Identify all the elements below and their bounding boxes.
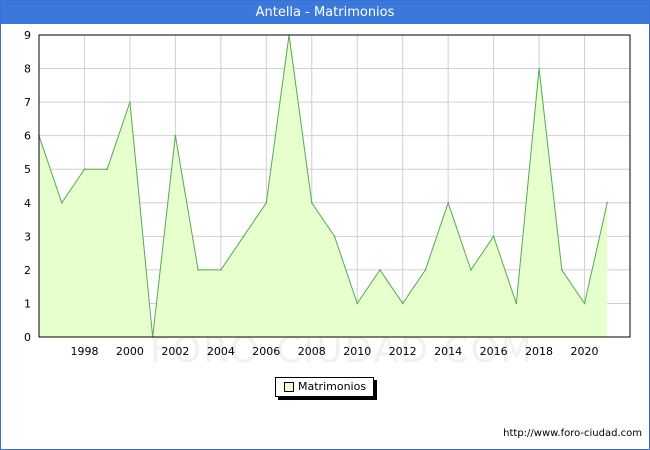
x-tick-label: 2000: [116, 345, 144, 358]
x-tick-label: 2020: [571, 345, 599, 358]
x-tick-label: 2004: [207, 345, 235, 358]
data-point: [242, 235, 245, 238]
data-point: [197, 269, 199, 271]
data-point: [379, 269, 381, 271]
y-tick-label: 2: [24, 264, 31, 277]
x-tick-label: 1998: [70, 345, 98, 358]
x-tick-label: 2016: [480, 345, 508, 358]
y-tick-label: 4: [24, 197, 31, 210]
data-point: [561, 269, 563, 271]
data-point: [265, 201, 268, 204]
legend: Matrimonios: [275, 377, 374, 397]
x-tick-label: 2008: [298, 345, 326, 358]
x-tick-label: 2014: [434, 345, 462, 358]
data-point: [492, 235, 495, 238]
x-tick-label: 2002: [161, 345, 189, 358]
y-axis-ticks: 0 1 2 3 4 5 6 7 8 9: [24, 29, 31, 344]
source-url: http://www.foro-ciudad.com: [503, 428, 642, 439]
y-tick-label: 0: [24, 331, 31, 344]
x-tick-label: 2010: [343, 345, 371, 358]
data-point: [333, 235, 336, 238]
data-point: [174, 134, 177, 137]
y-tick-label: 9: [24, 29, 31, 42]
x-tick-label: 2012: [389, 345, 417, 358]
data-point: [106, 168, 108, 171]
x-tick-label: 2006: [252, 345, 280, 358]
y-tick-label: 6: [24, 130, 31, 143]
data-point: [83, 168, 86, 171]
y-tick-label: 5: [24, 163, 31, 176]
data-point: [424, 269, 427, 271]
data-point: [401, 302, 404, 305]
data-point: [129, 101, 131, 103]
y-tick-label: 1: [24, 297, 31, 310]
x-axis-ticks: 1998 2000 2002 2004 2006 2008 2010 2012 2014 2016…: [70, 345, 598, 358]
legend-swatch: [284, 382, 294, 392]
data-point: [220, 269, 222, 271]
data-point: [310, 201, 313, 204]
plot-area: [38, 34, 609, 338]
x-tick-label: 2018: [525, 345, 553, 358]
y-tick-label: 8: [24, 63, 31, 76]
data-point: [515, 302, 518, 305]
data-point: [583, 302, 586, 305]
y-tick-label: 7: [24, 96, 31, 109]
data-point: [470, 269, 472, 271]
data-point: [606, 201, 609, 204]
series-area-fill: [39, 35, 608, 337]
legend-label: Matrimonios: [298, 380, 367, 393]
data-point: [60, 201, 63, 204]
data-point: [447, 201, 449, 204]
data-point: [538, 67, 540, 70]
data-point: [356, 302, 359, 305]
y-tick-label: 3: [24, 230, 31, 243]
